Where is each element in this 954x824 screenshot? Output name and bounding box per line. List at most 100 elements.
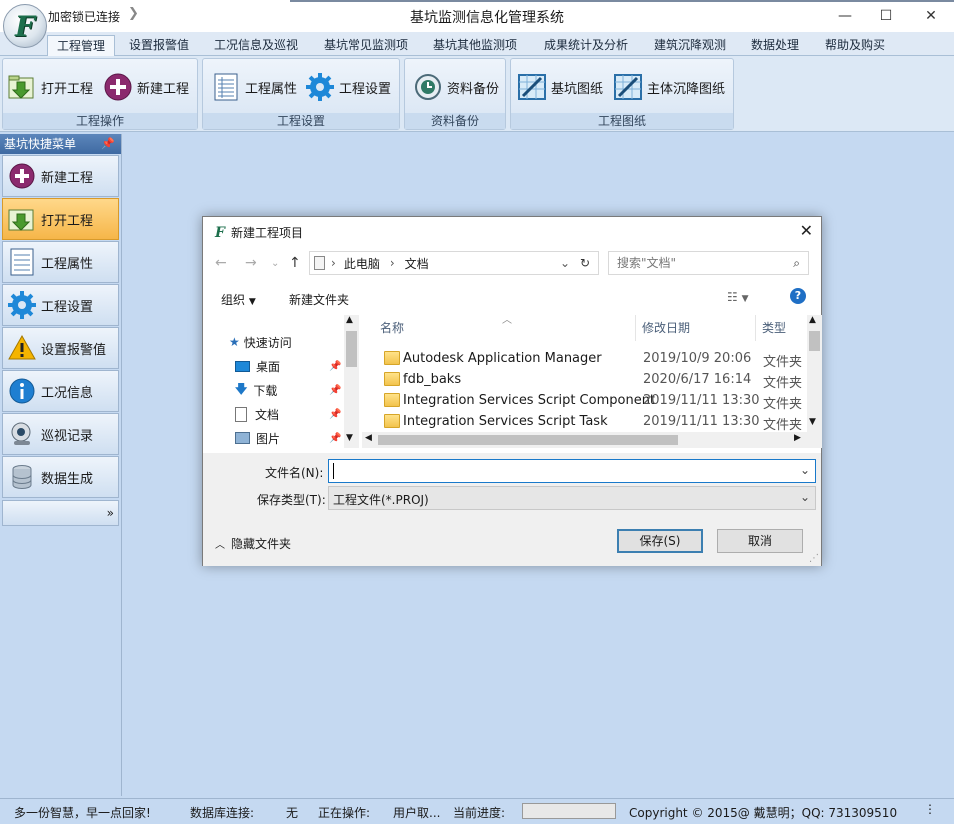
pin-icon[interactable]: 📌 bbox=[329, 433, 341, 444]
open-project-icon bbox=[7, 204, 37, 234]
plus-icon bbox=[103, 72, 133, 102]
sidebar-item-new-project[interactable]: 新建工程 bbox=[2, 155, 119, 197]
dialog-close-button[interactable]: ✕ bbox=[800, 221, 813, 240]
chevron-down-icon[interactable]: ⌄ bbox=[560, 256, 570, 270]
filename-input[interactable]: ⌄ bbox=[328, 459, 816, 483]
help-icon[interactable]: ? bbox=[790, 288, 806, 304]
nav-documents[interactable]: 文档 bbox=[235, 403, 279, 425]
chevron-down-icon[interactable]: ⌄ bbox=[800, 490, 810, 504]
new-project-button[interactable]: 新建工程 bbox=[103, 69, 189, 105]
sidebar-item-data-gen[interactable]: 数据生成 bbox=[2, 456, 119, 498]
resize-grip-icon[interactable]: ⋮ bbox=[924, 802, 936, 816]
group-label: 工程图纸 bbox=[511, 113, 733, 129]
group-project-settings: 工程属性 工程设置 工程设置 bbox=[202, 58, 400, 130]
ribbon-tabs: 工程管理 设置报警值 工况信息及巡视 基坑常见监测项 基坑其他监测项 成果统计及… bbox=[0, 32, 954, 57]
refresh-icon[interactable]: ↻ bbox=[580, 256, 590, 270]
breadcrumb-documents[interactable]: 文档 bbox=[405, 255, 429, 272]
hide-folders-toggle[interactable]: ︿ 隐藏文件夹 bbox=[215, 535, 291, 552]
dialog-title: F 新建工程项目 bbox=[215, 224, 303, 241]
database-icon bbox=[7, 462, 37, 492]
pin-icon[interactable]: 📌 bbox=[329, 385, 341, 396]
tab-other-monitoring[interactable]: 基坑其他监测项 bbox=[424, 35, 526, 56]
address-bar-row: ← → ⌄ ↑ › 此电脑 › 文档 ⌄ ↻ 搜索"文档" ⌕ bbox=[203, 249, 823, 277]
tab-help[interactable]: 帮助及购买 bbox=[816, 35, 894, 56]
tab-project-management[interactable]: 工程管理 bbox=[47, 35, 116, 57]
chevron-down-icon[interactable]: ⌄ bbox=[800, 463, 810, 477]
save-dialog: F 新建工程项目 ✕ ← → ⌄ ↑ › 此电脑 › 文档 ⌄ ↻ 搜索"文档"… bbox=[202, 216, 822, 566]
quick-menu-sidebar: 基坑快捷菜单 📌 新建工程 打开工程 工程属性 工程设置 设置报警值 工况信息 … bbox=[0, 134, 122, 796]
file-row[interactable]: fdb_baks 2020/6/17 16:14 文件夹 bbox=[362, 369, 812, 391]
organize-button[interactable]: 组织 ▼ bbox=[221, 291, 256, 308]
cancel-button[interactable]: 取消 bbox=[717, 529, 803, 553]
file-list-hscrollbar[interactable]: ◀ ▶ bbox=[362, 432, 822, 448]
tab-common-monitoring[interactable]: 基坑常见监测项 bbox=[315, 35, 417, 56]
scroll-right-icon[interactable]: ▶ bbox=[794, 433, 801, 443]
sidebar-item-site-info[interactable]: 工况信息 bbox=[2, 370, 119, 412]
file-list-vscrollbar[interactable]: ▲ ▼ bbox=[807, 315, 822, 432]
file-row[interactable]: Autodesk Application Manager 2019/10/9 2… bbox=[362, 348, 812, 370]
title-bar: 加密锁已连接 ❯ 基坑监测信息化管理系统 — ☐ ✕ bbox=[0, 0, 954, 32]
scroll-down-icon[interactable]: ▼ bbox=[809, 417, 816, 427]
column-header-date[interactable]: 修改日期 bbox=[642, 315, 690, 341]
sidebar-item-alarm[interactable]: 设置报警值 bbox=[2, 327, 119, 369]
tab-settlement[interactable]: 建筑沉降观测 bbox=[645, 35, 735, 56]
sidebar-item-properties[interactable]: 工程属性 bbox=[2, 241, 119, 283]
column-header-name[interactable]: 名称 bbox=[380, 315, 404, 341]
nav-downloads[interactable]: 🡇 下载 bbox=[235, 379, 277, 401]
save-button[interactable]: 保存(S) bbox=[617, 529, 703, 553]
nav-scrollbar[interactable]: ▲ ▼ bbox=[344, 315, 359, 448]
nav-quick-access[interactable]: ★ 快速访问 bbox=[229, 331, 292, 353]
sidebar-item-patrol[interactable]: 巡视记录 bbox=[2, 413, 119, 455]
open-project-button[interactable]: 打开工程 bbox=[7, 69, 93, 105]
pin-icon[interactable]: 📌 bbox=[101, 134, 115, 154]
sidebar-item-settings[interactable]: 工程设置 bbox=[2, 284, 119, 326]
scroll-up-icon[interactable]: ▲ bbox=[346, 315, 353, 325]
tab-alarm-settings[interactable]: 设置报警值 bbox=[120, 35, 198, 56]
navigation-pane: ★ 快速访问 桌面 🡇 下载 文档 图片 📌 📌 📌 📌 ▲ ▼ bbox=[203, 315, 360, 448]
app-logo[interactable]: F bbox=[3, 4, 47, 48]
sidebar-item-open-project[interactable]: 打开工程 bbox=[2, 198, 119, 240]
pin-icon[interactable]: 📌 bbox=[329, 409, 341, 420]
project-properties-button[interactable]: 工程属性 bbox=[211, 69, 297, 105]
pin-icon[interactable]: 📌 bbox=[329, 361, 341, 372]
settlement-drawing-button[interactable]: 主体沉降图纸 bbox=[613, 69, 725, 105]
current-op-value: 用户取... bbox=[393, 806, 441, 820]
backup-button[interactable]: 资料备份 bbox=[413, 69, 499, 105]
address-bar[interactable]: › 此电脑 › 文档 ⌄ ↻ bbox=[309, 251, 599, 275]
document-icon bbox=[235, 406, 247, 422]
forward-arrow-icon[interactable]: → bbox=[245, 255, 257, 271]
status-slogan: 多一份智慧，早一点回家! bbox=[14, 806, 151, 820]
view-options-icon[interactable]: ☷ ▼ bbox=[727, 290, 749, 304]
breadcrumb-this-pc[interactable]: 此电脑 bbox=[344, 255, 380, 272]
filetype-select[interactable]: 工程文件(*.PROJ) ⌄ bbox=[328, 486, 816, 510]
resize-grip-icon[interactable]: ⋰ bbox=[809, 553, 819, 564]
current-op-label: 正在操作: bbox=[318, 806, 371, 820]
up-arrow-icon[interactable]: ↑ bbox=[289, 255, 301, 271]
new-folder-button[interactable]: 新建文件夹 bbox=[289, 291, 349, 308]
nav-desktop[interactable]: 桌面 bbox=[235, 355, 280, 377]
project-settings-button[interactable]: 工程设置 bbox=[305, 69, 391, 105]
scroll-up-icon[interactable]: ▲ bbox=[809, 315, 816, 325]
recent-dropdown-icon[interactable]: ⌄ bbox=[271, 258, 279, 269]
search-input[interactable]: 搜索"文档" ⌕ bbox=[608, 251, 809, 275]
progress-bar bbox=[522, 803, 616, 819]
copyright: Copyright © 2015@ 戴慧明；QQ: 731309510 bbox=[629, 806, 898, 820]
back-arrow-icon[interactable]: ← bbox=[215, 255, 227, 271]
scroll-left-icon[interactable]: ◀ bbox=[365, 433, 372, 443]
pit-drawing-button[interactable]: 基坑图纸 bbox=[517, 69, 603, 105]
close-button[interactable]: ✕ bbox=[921, 6, 941, 26]
file-row[interactable]: Integration Services Script Component 20… bbox=[362, 390, 812, 412]
minimize-button[interactable]: — bbox=[835, 6, 855, 26]
app-title: 基坑监测信息化管理系统 bbox=[410, 10, 564, 26]
tab-statistics[interactable]: 成果统计及分析 bbox=[535, 35, 637, 56]
ribbon: 打开工程 新建工程 工程操作 工程属性 工程设置 工程设置 资料备份 资料备份 … bbox=[0, 56, 954, 132]
tab-data-processing[interactable]: 数据处理 bbox=[742, 35, 808, 56]
desktop-icon bbox=[235, 360, 250, 372]
column-header-type[interactable]: 类型 bbox=[762, 315, 786, 341]
sidebar-more-button[interactable]: » bbox=[2, 500, 119, 526]
tab-site-conditions[interactable]: 工况信息及巡视 bbox=[205, 35, 307, 56]
nav-pictures[interactable]: 图片 bbox=[235, 427, 280, 448]
scroll-down-icon[interactable]: ▼ bbox=[346, 433, 353, 443]
maximize-button[interactable]: ☐ bbox=[876, 6, 896, 26]
file-row[interactable]: Integration Services Script Task 2019/11… bbox=[362, 411, 812, 433]
